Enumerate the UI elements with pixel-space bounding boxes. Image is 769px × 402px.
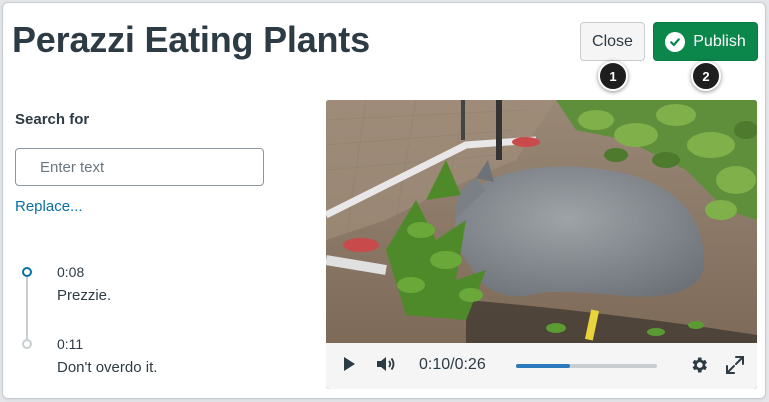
- close-button[interactable]: Close: [580, 22, 645, 61]
- gear-icon[interactable]: [689, 355, 709, 380]
- check-circle-icon: [665, 31, 686, 52]
- caption-time: 0:11: [57, 336, 84, 352]
- player-controls: 0:10/0:26: [326, 343, 757, 389]
- callout-badge-1: 1: [598, 61, 628, 91]
- timeline-dot-active: [22, 267, 32, 277]
- page-title: Perazzi Eating Plants: [12, 19, 370, 60]
- caption-time: 0:08: [57, 264, 85, 280]
- caption-timeline-line: [26, 277, 28, 341]
- timeline-dot: [22, 339, 32, 349]
- publish-button-label: Publish: [693, 32, 746, 50]
- time-readout: 0:10/0:26: [419, 356, 486, 373]
- caption-text: Don't overdo it.: [57, 359, 158, 376]
- video-player: 0:10/0:26: [326, 100, 757, 389]
- volume-icon[interactable]: [376, 355, 396, 378]
- progress-fill: [516, 364, 571, 368]
- video-frame[interactable]: [326, 100, 757, 343]
- caption-item[interactable]: 0:11 Don't overdo it.: [57, 336, 157, 376]
- publish-button[interactable]: Publish: [653, 22, 758, 61]
- callout-badge-2: 2: [691, 61, 721, 91]
- caption-item[interactable]: 0:08 Prezzie.: [57, 264, 111, 304]
- search-label: Search for: [15, 111, 90, 128]
- caption-text: Prezzie.: [57, 287, 112, 304]
- progress-bar[interactable]: [516, 364, 657, 368]
- close-button-label: Close: [592, 32, 633, 50]
- search-input[interactable]: [15, 148, 264, 186]
- caption-editor-panel: Perazzi Eating Plants Close Publish 1 2 …: [2, 2, 766, 399]
- replace-link[interactable]: Replace...: [15, 198, 83, 215]
- play-icon[interactable]: [342, 356, 356, 377]
- expand-icon[interactable]: [725, 355, 745, 380]
